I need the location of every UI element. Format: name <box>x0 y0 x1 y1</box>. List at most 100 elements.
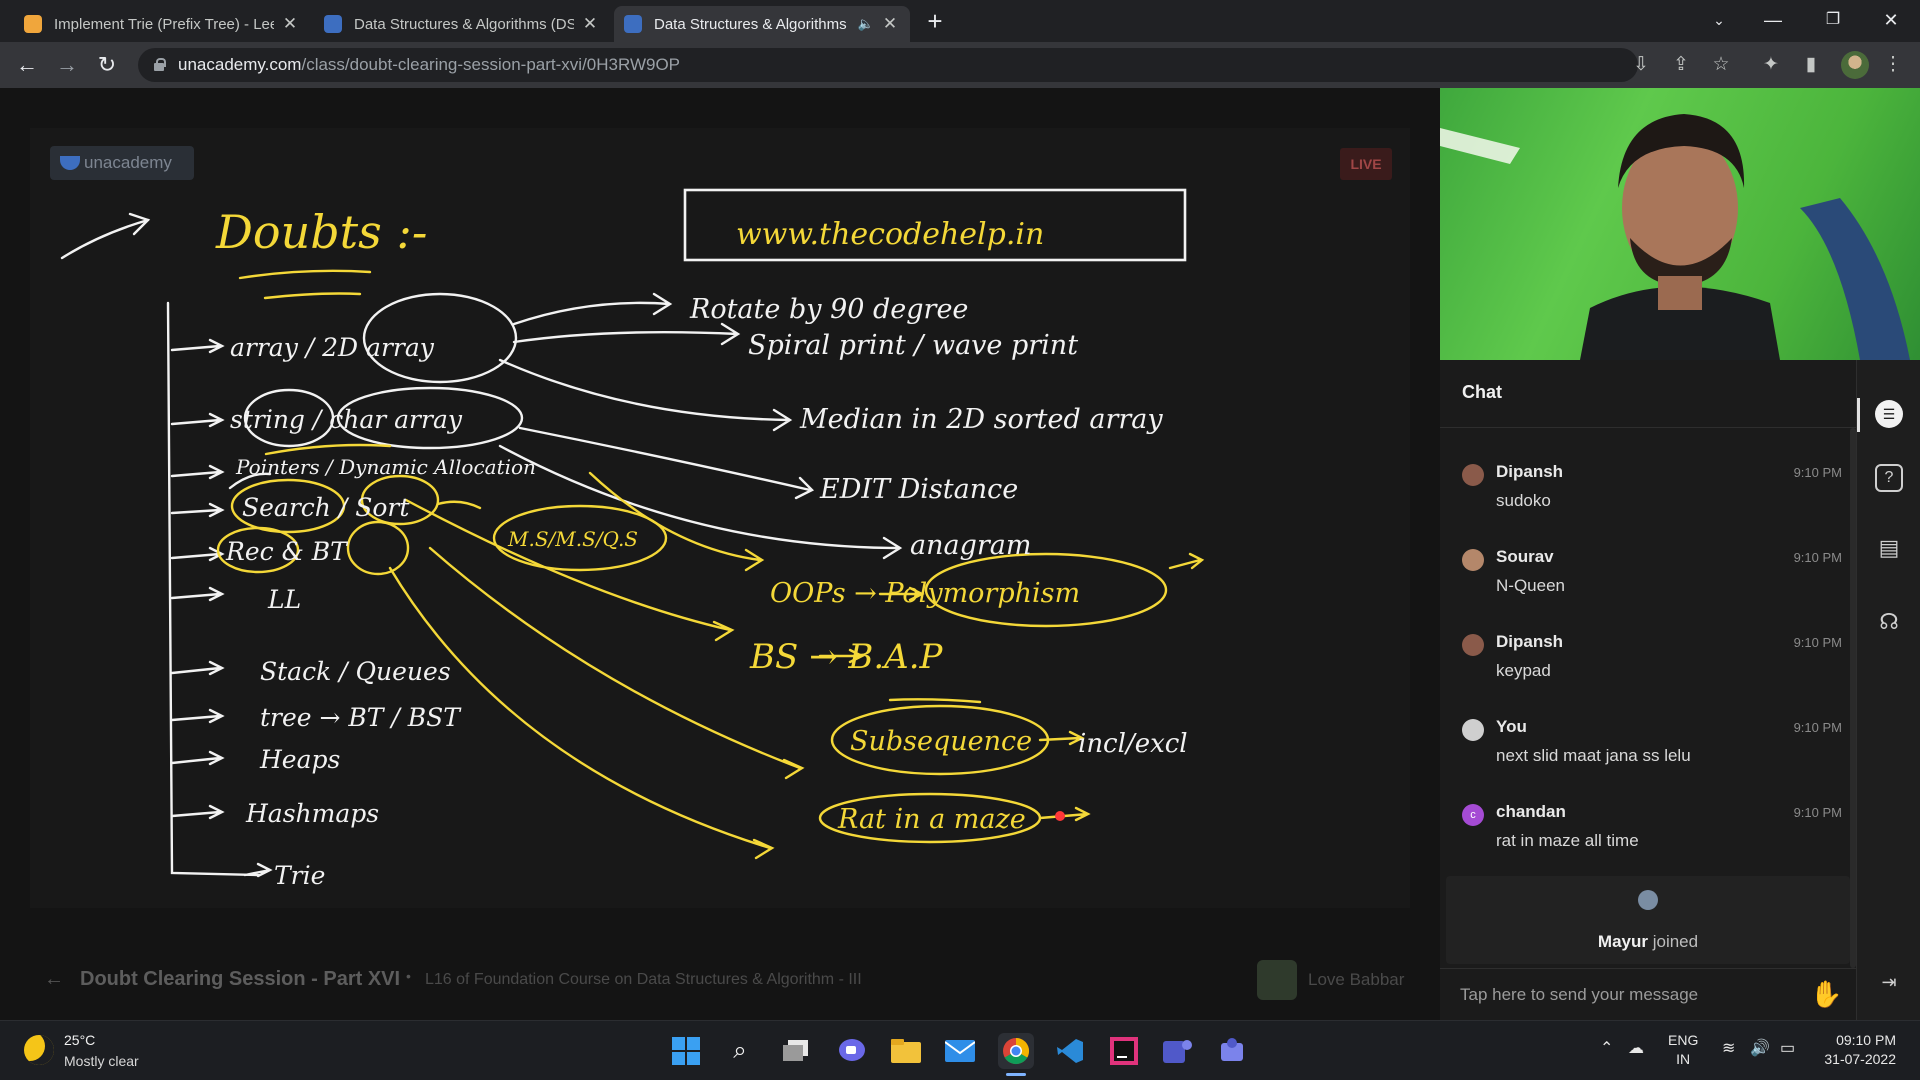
educator-avatar[interactable] <box>1257 960 1297 1000</box>
new-tab-button[interactable]: + <box>922 6 948 36</box>
wifi-icon[interactable]: ≋ <box>1722 1038 1735 1058</box>
clock[interactable]: 09:10 PM 31-07-2022 <box>1810 1031 1896 1069</box>
search-icon[interactable]: ⌕ <box>722 1033 758 1069</box>
browser-toolbar: ← → ↻ unacademy.com/class/doubt-clearing… <box>0 42 1920 88</box>
chat-message: Sourav 9:10 PM N-Queen <box>1462 545 1842 605</box>
menu-icon[interactable]: ⋮ <box>1880 52 1906 78</box>
user-avatar <box>1462 464 1484 486</box>
message-time: 9:10 PM <box>1793 635 1842 650</box>
chat-message-input[interactable] <box>1460 981 1800 1009</box>
wb-doubt: Rat in a maze <box>837 804 1026 835</box>
moon-weather-icon[interactable] <box>24 1035 54 1065</box>
tab-dsa-active[interactable]: Data Structures & Algorithms 🔈 ✕ <box>614 6 910 42</box>
close-window-icon[interactable]: ✕ <box>1868 0 1914 40</box>
question-icon[interactable]: ? <box>1875 464 1903 492</box>
file-explorer-icon[interactable] <box>888 1033 924 1069</box>
install-icon[interactable]: ⇩ <box>1628 52 1654 78</box>
tab-search-icon[interactable]: ⌄ <box>1696 0 1742 40</box>
reload-icon[interactable]: ↻ <box>92 50 122 80</box>
wb-doubt: BS → B.A.P <box>749 637 944 677</box>
message-text: sudoko <box>1496 491 1551 510</box>
tab-title: Data Structures & Algorithms <box>654 15 847 33</box>
intellij-icon[interactable] <box>1106 1033 1142 1069</box>
chat-message: Dipansh 9:10 PM keypad <box>1462 630 1842 690</box>
link-arrow <box>512 322 741 346</box>
chair-back <box>1800 198 1910 360</box>
weather-temp[interactable]: 25°C <box>64 1032 95 1048</box>
notes-icon[interactable]: ▤ <box>1873 532 1905 564</box>
back-arrow-icon[interactable]: ← <box>44 968 64 991</box>
volume-icon[interactable]: 🔊 <box>1750 1038 1770 1058</box>
chrome-icon[interactable] <box>998 1033 1034 1069</box>
extensions-icon[interactable]: ✦ <box>1758 52 1784 78</box>
unacademy-logo-icon <box>60 156 80 170</box>
poly-arrow <box>1168 552 1205 570</box>
weather-condition[interactable]: Mostly clear <box>64 1053 139 1069</box>
language-indicator[interactable]: ENG IN <box>1668 1031 1698 1069</box>
link-arrow-yellow <box>588 471 765 572</box>
wb-website: www.thecodehelp.in <box>736 217 1044 252</box>
address-bar[interactable]: unacademy.com/class/doubt-clearing-sessi… <box>138 48 1638 82</box>
tab-title: Data Structures & Algorithms (DSA) <box>354 15 574 33</box>
start-icon[interactable] <box>668 1033 704 1069</box>
minimize-icon[interactable]: — <box>1750 0 1796 40</box>
leetcode-icon <box>24 15 42 33</box>
wb-topic: Search / Sort <box>242 493 410 522</box>
lock-icon[interactable] <box>152 58 166 72</box>
star-icon[interactable]: ☆ <box>1708 52 1734 78</box>
close-icon[interactable]: ✕ <box>880 14 900 34</box>
chat-message: Dipansh 9:10 PM sudoko <box>1462 460 1842 520</box>
chat-composer: ✋ <box>1440 968 1856 1020</box>
topic-arrow <box>170 338 225 354</box>
side-panel-icon[interactable]: ▮ <box>1798 52 1824 78</box>
teams-icon[interactable] <box>1160 1033 1196 1069</box>
whiteboard: Doubts :- www.thecodehelp.in array / 2D … <box>30 128 1410 908</box>
message-time: 9:10 PM <box>1793 550 1842 565</box>
video-frame <box>1440 114 1910 360</box>
message-author[interactable]: chandan <box>1496 802 1566 822</box>
session-subtitle[interactable]: L16 of Foundation Course on Data Structu… <box>425 971 862 989</box>
url-text[interactable]: unacademy.com/class/doubt-clearing-sessi… <box>178 55 680 75</box>
task-view-icon[interactable] <box>778 1033 814 1069</box>
windows-taskbar: 25°C Mostly clear ⌕ ⌃ ☁ ENG IN ≋ 🔊 ▭ 09:1… <box>0 1020 1920 1080</box>
share-icon[interactable]: ⇪ <box>1668 52 1694 78</box>
restore-icon[interactable]: ❐ <box>1810 0 1856 40</box>
mail-icon[interactable] <box>942 1033 978 1069</box>
heading-underline <box>263 292 362 300</box>
message-author[interactable]: Dipansh <box>1496 632 1563 652</box>
screen: Implement Trie (Prefix Tree) - LeetCode … <box>0 0 1920 1080</box>
neck <box>1658 276 1702 310</box>
forward-icon[interactable]: → <box>52 50 82 80</box>
profile-avatar[interactable] <box>1841 51 1869 79</box>
message-author[interactable]: You <box>1496 717 1527 737</box>
tab-title: Implement Trie (Prefix Tree) - LeetCode <box>54 15 274 33</box>
educator-video[interactable] <box>1440 88 1920 360</box>
poll-icon[interactable]: ☊ <box>1873 606 1905 638</box>
raise-hand-icon[interactable]: ✋ <box>1810 979 1842 1010</box>
message-time: 9:10 PM <box>1793 805 1842 820</box>
user-avatar <box>1462 549 1484 571</box>
chat-message: c chandan 9:10 PM rat in maze all time <box>1462 800 1842 860</box>
chat-app-icon[interactable] <box>834 1033 870 1069</box>
back-icon[interactable]: ← <box>12 50 42 80</box>
tab-dsa[interactable]: Data Structures & Algorithms (DSA) ✕ <box>314 6 610 42</box>
wb-topic: Rec & BT <box>225 537 349 566</box>
close-icon[interactable]: ✕ <box>280 14 300 34</box>
wb-doubt: anagram <box>910 530 1031 561</box>
chat-icon[interactable]: ☰ <box>1875 400 1903 428</box>
vscode-icon[interactable] <box>1052 1033 1088 1069</box>
speaker-icon[interactable]: 🔈 <box>858 16 874 32</box>
message-author[interactable]: Sourav <box>1496 547 1554 567</box>
teams-chat-icon[interactable] <box>1214 1033 1250 1069</box>
battery-icon[interactable]: ▭ <box>1780 1038 1795 1058</box>
wb-topic: string / char array <box>230 405 463 434</box>
onedrive-icon[interactable]: ☁ <box>1628 1038 1644 1058</box>
brand-text: unacademy <box>84 153 172 172</box>
educator-name[interactable]: Love Babbar <box>1308 970 1404 990</box>
message-author[interactable]: Dipansh <box>1496 462 1563 482</box>
show-hidden-icons[interactable]: ⌃ <box>1600 1038 1613 1058</box>
close-icon[interactable]: ✕ <box>580 14 600 34</box>
wb-topic: Heaps <box>259 745 340 774</box>
exit-icon[interactable]: ⇥ <box>1873 966 1905 998</box>
tab-leetcode[interactable]: Implement Trie (Prefix Tree) - LeetCode … <box>14 6 310 42</box>
